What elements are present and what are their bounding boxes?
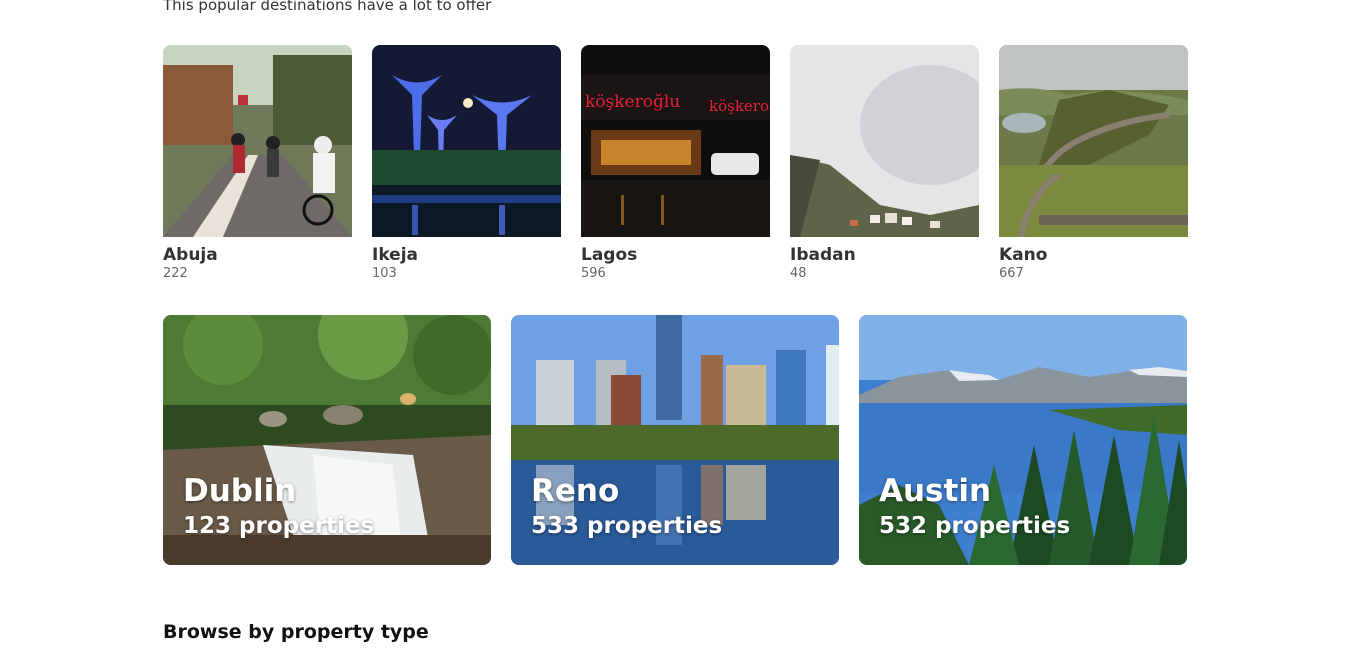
featured-card-reno[interactable]: Reno 533 properties — [511, 315, 839, 565]
featured-property-count: 532 properties — [879, 513, 1071, 539]
featured-card-austin[interactable]: Austin 532 properties — [859, 315, 1187, 565]
destination-image-kano — [999, 45, 1188, 237]
featured-city-name: Dublin — [183, 473, 297, 509]
destination-name: Ikeja — [372, 245, 419, 265]
section-subtitle: This popular destinations have a lot to … — [163, 0, 492, 14]
featured-card-dublin[interactable]: Dublin 123 properties — [163, 315, 491, 565]
featured-city-name: Reno — [531, 473, 620, 509]
destination-name: Ibadan — [790, 245, 856, 265]
destination-count: 222 — [163, 266, 188, 281]
featured-overlay: Reno 533 properties — [531, 473, 722, 541]
destination-image-ikeja — [372, 45, 561, 237]
destination-card-ikeja[interactable]: Ikeja 103 — [372, 45, 561, 282]
featured-overlay: Dublin 123 properties — [183, 473, 374, 541]
featured-destinations-row: Dublin 123 properties Reno 533 propertie — [163, 315, 1187, 565]
destination-count: 103 — [372, 266, 397, 281]
featured-city-name: Austin — [879, 473, 992, 509]
destination-name: Kano — [999, 245, 1048, 265]
destination-image-abuja — [163, 45, 352, 237]
destination-name: Abuja — [163, 245, 218, 265]
svg-text:köşkeroğlu: köşkeroğlu — [585, 92, 680, 112]
destination-card-ibadan[interactable]: Ibadan 48 — [790, 45, 979, 282]
destination-card-lagos[interactable]: köşkeroğlu köşkeroğlu Lagos 596 — [581, 45, 770, 282]
featured-property-count: 123 properties — [183, 513, 375, 539]
destination-image-ibadan — [790, 45, 979, 237]
featured-property-count: 533 properties — [531, 513, 723, 539]
featured-overlay: Austin 532 properties — [879, 473, 1070, 541]
svg-text:köşkeroğlu: köşkeroğlu — [709, 97, 770, 115]
destination-count: 596 — [581, 266, 606, 281]
destination-card-kano[interactable]: Kano 667 — [999, 45, 1188, 282]
destination-card-abuja[interactable]: Abuja 222 — [163, 45, 352, 282]
destination-count: 667 — [999, 266, 1024, 281]
destination-count: 48 — [790, 266, 807, 281]
destination-name: Lagos — [581, 245, 638, 265]
destination-image-lagos: köşkeroğlu köşkeroğlu — [581, 45, 770, 237]
small-destinations-row: Abuja 222 Ikeja 103 köşkeroğlu köşkero L… — [163, 45, 1188, 282]
browse-property-type-heading: Browse by property type — [163, 621, 429, 643]
